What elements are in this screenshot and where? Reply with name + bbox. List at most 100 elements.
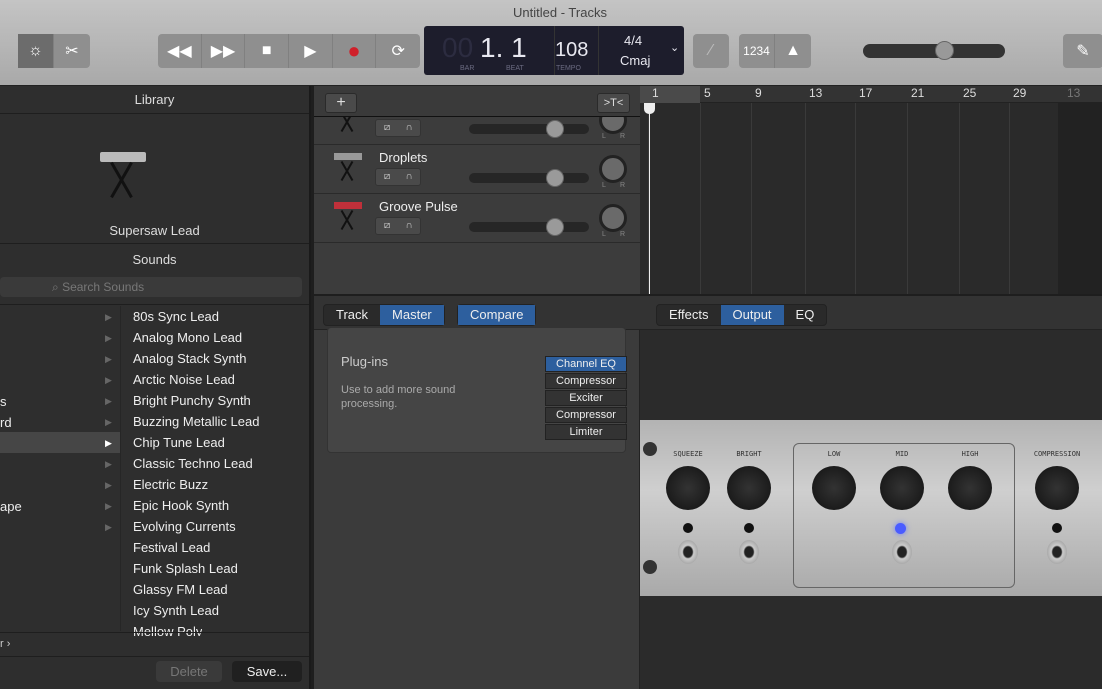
mute-icon[interactable]: ⧄ xyxy=(376,169,398,185)
sound-item[interactable]: Festival Lead xyxy=(133,540,210,555)
track-volume-slider[interactable] xyxy=(469,120,589,138)
squeeze-knob[interactable] xyxy=(666,466,710,510)
volume-knob[interactable] xyxy=(546,120,565,138)
bar-label: BAR xyxy=(460,65,475,72)
knob-label: HIGH xyxy=(961,450,979,458)
delete-button[interactable]: Delete xyxy=(156,661,222,682)
low-knob[interactable] xyxy=(812,466,856,510)
sound-item[interactable]: Buzzing Metallic Lead xyxy=(133,414,259,429)
sound-item[interactable]: 80s Sync Lead xyxy=(133,309,219,324)
chevron-right-icon: ▶ xyxy=(105,375,112,385)
scissors-icon[interactable]: ✂ xyxy=(54,34,90,68)
count-in-button[interactable]: 1234 xyxy=(739,34,775,68)
toggle-switch[interactable] xyxy=(739,540,759,564)
sound-item[interactable]: Mellow Poly xyxy=(133,624,202,636)
mute-icon[interactable]: ⧄ xyxy=(376,218,398,234)
track-row[interactable]: Groove Pulse ⧄ ∩ L R xyxy=(314,194,640,243)
volume-knob[interactable] xyxy=(546,169,565,187)
tracks-header-area: + >T< ⧄ ∩ L R Droplets ⧄ ∩ L R Groove Puls… xyxy=(314,86,640,294)
compare-button[interactable]: Compare xyxy=(457,304,537,326)
tab-eq[interactable]: EQ xyxy=(784,305,827,325)
tab-effects[interactable]: Effects xyxy=(657,305,721,325)
sound-item[interactable]: Analog Stack Synth xyxy=(133,351,246,366)
pan-right-label: R xyxy=(620,133,626,140)
notepad-button[interactable]: ✎ xyxy=(1063,34,1102,68)
pan-knob[interactable] xyxy=(599,155,627,183)
chevron-right-icon: ▶ xyxy=(105,396,112,406)
toggle-switch[interactable] xyxy=(678,540,698,564)
smart-controls-icon[interactable]: ☼ xyxy=(18,34,54,68)
plugin-slot[interactable]: Limiter xyxy=(545,424,627,440)
eq-toggle-switch[interactable] xyxy=(892,540,912,564)
sound-item[interactable]: Chip Tune Lead xyxy=(133,435,225,450)
playhead-position: 1. 1 xyxy=(480,32,527,63)
stop-button[interactable]: ■ xyxy=(245,34,290,68)
bright-knob[interactable] xyxy=(727,466,771,510)
metronome-icon[interactable]: ▲ xyxy=(775,34,811,68)
cycle-region[interactable] xyxy=(640,86,700,103)
plugin-slot[interactable]: Compressor xyxy=(545,373,627,389)
sound-item[interactable]: Glassy FM Lead xyxy=(133,582,228,597)
sound-item[interactable]: Classic Techno Lead xyxy=(133,456,253,471)
track-volume-slider[interactable] xyxy=(469,218,589,236)
headphones-icon[interactable]: ∩ xyxy=(398,120,420,136)
fast-forward-button[interactable]: ▶▶ xyxy=(202,34,246,68)
volume-knob[interactable] xyxy=(546,218,565,236)
sound-item[interactable]: Funk Splash Lead xyxy=(133,561,238,576)
sound-item[interactable]: Icy Synth Lead xyxy=(133,603,219,618)
high-knob[interactable] xyxy=(948,466,992,510)
pan-right-label: R xyxy=(620,182,626,189)
add-track-button[interactable]: + xyxy=(325,93,357,113)
tab-output[interactable]: Output xyxy=(720,305,784,325)
catch-playhead-icon[interactable]: >T< xyxy=(597,93,630,113)
track-name[interactable]: Groove Pulse xyxy=(379,199,458,214)
toggle-switch[interactable] xyxy=(1047,540,1067,564)
time-signature: 4/4 xyxy=(624,33,643,48)
mute-icon[interactable]: ⧄ xyxy=(376,120,398,136)
record-button[interactable]: ● xyxy=(333,34,377,68)
slider-knob[interactable] xyxy=(935,41,954,60)
amp-panel: SQUEEZE BRIGHT LOW MID HIGH COMPRESSION xyxy=(640,420,1102,596)
search-sounds-input[interactable]: ⌕ Search Sounds xyxy=(0,277,302,297)
plugins-title: Plug-ins xyxy=(341,354,388,369)
plugin-slot[interactable]: Exciter xyxy=(545,390,627,406)
sound-item[interactable]: Electric Buzz xyxy=(133,477,208,492)
chevron-down-icon[interactable]: ⌄ xyxy=(670,41,679,54)
timeline-area[interactable]: 1 5 9 13 17 21 25 29 13 xyxy=(640,86,1102,294)
playhead[interactable] xyxy=(649,103,650,294)
plugin-slot[interactable]: Channel EQ xyxy=(545,356,627,372)
library-header: Library xyxy=(134,92,175,107)
save-button[interactable]: Save... xyxy=(232,661,302,682)
category-item[interactable]: s xyxy=(0,394,7,409)
mid-knob[interactable] xyxy=(880,466,924,510)
sound-item[interactable]: Evolving Currents xyxy=(133,519,236,534)
chevron-right-icon: ▶ xyxy=(105,480,112,490)
lcd-display[interactable]: 00 1. 1 BAR BEAT 108 TEMPO 4/4 Cmaj ⌄ xyxy=(424,26,684,75)
cycle-button[interactable]: ⟳ xyxy=(376,34,420,68)
pan-knob[interactable] xyxy=(599,204,627,232)
category-item[interactable]: rd xyxy=(0,415,12,430)
sound-item[interactable]: Epic Hook Synth xyxy=(133,498,229,513)
rewind-button[interactable]: ◀◀ xyxy=(158,34,202,68)
tab-master[interactable]: Master xyxy=(380,305,444,325)
headphones-icon[interactable]: ∩ xyxy=(398,218,420,234)
library-path[interactable]: r › xyxy=(0,638,10,650)
master-volume-slider[interactable] xyxy=(863,41,1005,60)
sound-item[interactable]: Arctic Noise Lead xyxy=(133,372,235,387)
sound-item[interactable]: Bright Punchy Synth xyxy=(133,393,251,408)
mute-solo-buttons: ⧄ ∩ xyxy=(375,119,421,137)
track-volume-slider[interactable] xyxy=(469,169,589,187)
headphones-icon[interactable]: ∩ xyxy=(398,169,420,185)
play-button[interactable]: ▶ xyxy=(289,34,333,68)
track-name[interactable]: Droplets xyxy=(379,150,427,165)
sound-item[interactable]: Analog Mono Lead xyxy=(133,330,242,345)
playhead-handle[interactable] xyxy=(644,103,655,114)
compression-knob[interactable] xyxy=(1035,466,1079,510)
category-item[interactable]: ape xyxy=(0,499,22,514)
track-row[interactable]: ⧄ ∩ L R xyxy=(314,117,640,145)
tuner-button[interactable]: ⁄ xyxy=(693,34,729,68)
track-row[interactable]: Droplets ⧄ ∩ L R xyxy=(314,145,640,194)
plugin-slot[interactable]: Compressor xyxy=(545,407,627,423)
pan-knob[interactable] xyxy=(599,117,627,134)
tab-track[interactable]: Track xyxy=(324,305,380,325)
